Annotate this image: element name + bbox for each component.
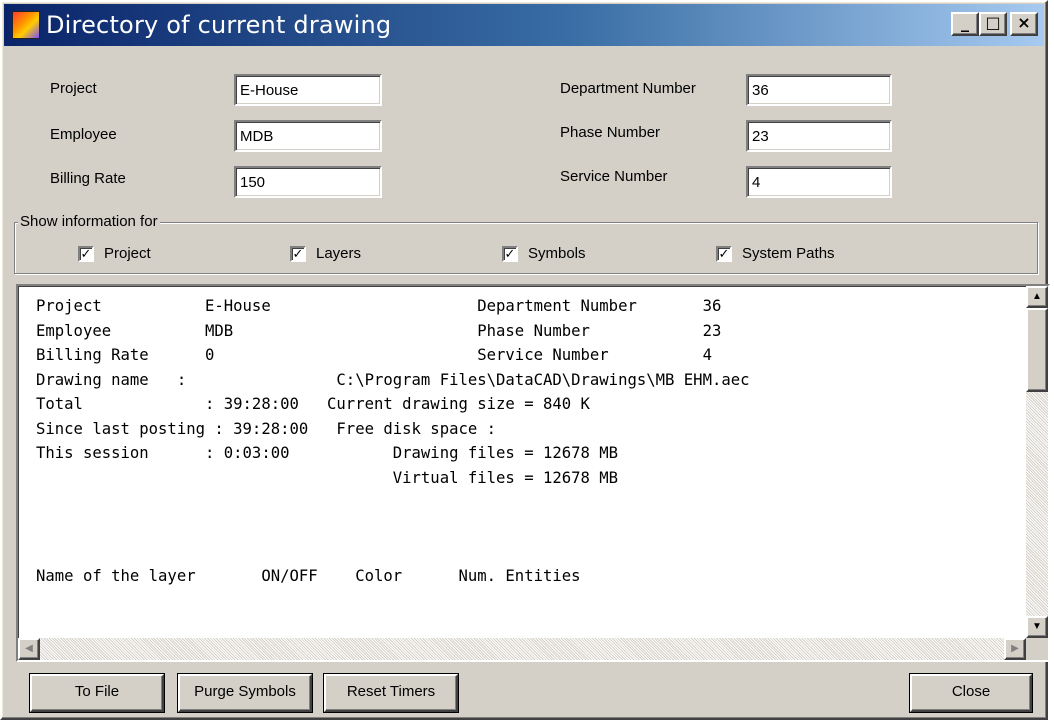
- project-label: Project: [50, 80, 97, 97]
- checkbox-symbols-label: Symbols: [528, 245, 586, 262]
- checkbox-project-box[interactable]: ✓: [78, 245, 94, 262]
- checkbox-symbols-box[interactable]: ✓: [502, 245, 518, 262]
- department-number-label: Department Number: [560, 80, 696, 97]
- scroll-right-button[interactable]: ▶: [1004, 638, 1026, 660]
- checkbox-layers[interactable]: ✓ Layers: [290, 245, 361, 262]
- project-input[interactable]: E-House: [234, 74, 382, 106]
- report-line: [36, 490, 1022, 515]
- checkbox-layers-box[interactable]: ✓: [290, 245, 306, 262]
- checkbox-project[interactable]: ✓ Project: [78, 245, 151, 262]
- checkbox-symbols[interactable]: ✓ Symbols: [502, 245, 586, 262]
- report-line: Employee MDB Phase Number 23: [36, 321, 722, 340]
- report-line: This session : 0:03:00 Drawing files = 1…: [36, 444, 619, 462]
- window-title: Directory of current drawing: [46, 11, 392, 39]
- billing-rate-input[interactable]: 150: [234, 166, 382, 198]
- report-line: [36, 515, 1022, 540]
- to-file-button[interactable]: To File: [30, 674, 164, 712]
- horizontal-scrollbar[interactable]: ◀ ▶: [18, 638, 1026, 660]
- checkbox-project-label: Project: [104, 245, 151, 262]
- checkbox-system-paths-label: System Paths: [742, 245, 835, 262]
- maximize-button[interactable]: □: [979, 12, 1007, 36]
- close-window-button[interactable]: ×: [1010, 12, 1038, 36]
- service-number-input[interactable]: 4: [746, 166, 892, 198]
- close-button[interactable]: Close: [910, 674, 1032, 712]
- scroll-left-button[interactable]: ◀: [18, 638, 40, 660]
- report-line: [36, 539, 1022, 564]
- scrollbar-corner: [1026, 638, 1048, 660]
- report-line: Since last posting : 39:28:00 Free disk …: [36, 419, 497, 438]
- report-textarea[interactable]: Project E-House Department Number 36 Empl…: [16, 284, 1050, 662]
- checkbox-system-paths-box[interactable]: ✓: [716, 245, 732, 262]
- window-controls: _ □ ×: [951, 12, 1038, 36]
- employee-label: Employee: [50, 126, 117, 143]
- report-content: Project E-House Department Number 36 Empl…: [36, 294, 1022, 628]
- employee-input[interactable]: MDB: [234, 120, 382, 152]
- report-line: Name of the layer ON/OFF Color Num. Enti…: [36, 566, 581, 585]
- vertical-scrollbar[interactable]: ▲ ▼: [1026, 286, 1048, 638]
- report-line: Project E-House Department Number 36: [36, 297, 722, 315]
- title-bar[interactable]: Directory of current drawing _ □ ×: [4, 4, 1044, 46]
- scroll-up-button[interactable]: ▲: [1026, 286, 1048, 308]
- service-number-label: Service Number: [560, 168, 668, 185]
- purge-symbols-button[interactable]: Purge Symbols: [178, 674, 312, 712]
- reset-timers-button[interactable]: Reset Timers: [324, 674, 458, 712]
- scroll-down-button[interactable]: ▼: [1026, 616, 1048, 638]
- show-info-legend: Show information for: [18, 213, 160, 230]
- phase-number-label: Phase Number: [560, 124, 661, 141]
- report-line: Total : 39:28:00 Current drawing size = …: [36, 395, 590, 413]
- app-icon: [12, 11, 40, 39]
- directory-dialog: Directory of current drawing _ □ × Proje…: [0, 0, 1050, 720]
- report-line: Virtual files = 12678 MB: [36, 468, 619, 487]
- checkbox-layers-label: Layers: [316, 245, 362, 262]
- department-number-input[interactable]: 36: [746, 74, 892, 106]
- vertical-scroll-thumb[interactable]: [1026, 308, 1048, 392]
- report-line: Drawing name : C:\Program Files\DataCAD\…: [36, 370, 750, 389]
- report-line: Billing Rate 0 Service Number 4: [36, 346, 712, 364]
- billing-rate-label: Billing Rate: [50, 170, 126, 187]
- checkbox-system-paths[interactable]: ✓ System Paths: [716, 245, 835, 262]
- phase-number-input[interactable]: 23: [746, 120, 892, 152]
- minimize-button[interactable]: _: [951, 12, 979, 36]
